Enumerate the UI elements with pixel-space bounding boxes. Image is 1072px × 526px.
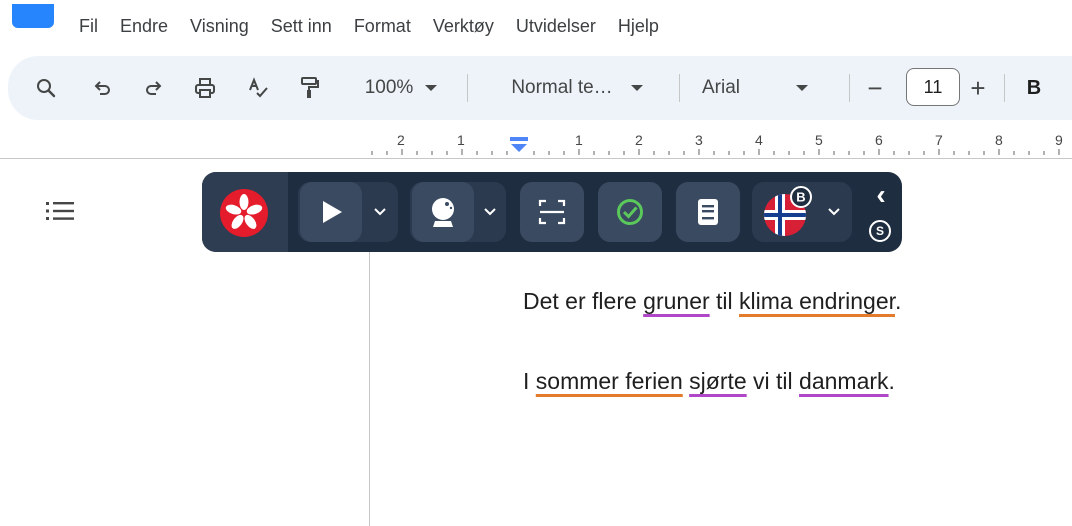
font-value: Arial [702, 77, 741, 98]
menu-verktoy[interactable]: Verktøy [433, 16, 494, 37]
search-icon[interactable] [34, 56, 58, 120]
font-dropdown[interactable]: Arial [702, 56, 836, 120]
predict-options-dropdown[interactable] [476, 182, 504, 242]
grammar-error-phrase[interactable]: klima endringer [739, 288, 895, 314]
norwegian-flag-icon: B [764, 186, 812, 236]
ruler-label: 7 [935, 132, 943, 148]
ruler-label: 1 [575, 132, 583, 148]
dictionary-button[interactable] [676, 182, 740, 242]
redo-icon[interactable] [142, 56, 166, 120]
ruler-label: 1 [457, 132, 465, 148]
ruler-label: 8 [995, 132, 1003, 148]
check-text-button[interactable] [598, 182, 662, 242]
menu-bar: Fil Endre Visning Sett inn Format Verktø… [0, 0, 1072, 52]
profile-badge-letter: B [796, 190, 805, 205]
collapse-toolbar-button[interactable]: ‹ [866, 179, 896, 210]
undo-icon[interactable] [90, 56, 114, 120]
docs-logo-icon[interactable] [12, 4, 54, 28]
menu-hjelp[interactable]: Hjelp [618, 16, 659, 37]
menu-format[interactable]: Format [354, 16, 411, 37]
print-icon[interactable] [192, 56, 218, 120]
screen-reading-button[interactable] [520, 182, 584, 242]
spelling-error-word[interactable]: sjørte [689, 368, 747, 394]
paint-format-icon[interactable] [298, 56, 322, 120]
document-paragraph-2[interactable]: I sommer ferien sjørte vi til danmark. [523, 368, 895, 395]
chevron-down-icon [828, 208, 840, 216]
book-icon [698, 199, 718, 225]
ruler-label: 9 [1055, 132, 1063, 148]
toolbar-divider [849, 74, 850, 102]
chevron-down-icon [374, 208, 386, 216]
language-button[interactable]: B [754, 182, 818, 242]
spellcheck-icon[interactable] [246, 56, 270, 120]
bold-button[interactable]: B [1024, 56, 1044, 120]
toolbar-divider [1004, 74, 1005, 102]
chevron-down-icon [484, 208, 496, 216]
menu-sett-inn[interactable]: Sett inn [271, 16, 332, 37]
text-run: Det er flere [523, 288, 644, 314]
ruler-label: 5 [815, 132, 823, 148]
crystal-ball-icon [432, 198, 454, 227]
decrease-font-size-button[interactable]: − [862, 56, 888, 120]
menu-endre[interactable]: Endre [120, 16, 168, 37]
chevron-down-icon [796, 85, 809, 91]
extension-logo-icon[interactable] [220, 189, 268, 237]
ruler-scale [371, 137, 1060, 155]
menu-fil[interactable]: Fil [79, 16, 98, 37]
document-outline-icon[interactable] [46, 200, 74, 227]
ruler-label: 4 [755, 132, 763, 148]
ruler-label: 2 [635, 132, 643, 148]
predict-button[interactable] [412, 182, 474, 242]
spelling-error-word[interactable]: danmark [799, 368, 888, 394]
ruler-label: 2 [397, 132, 405, 148]
document-paragraph-1[interactable]: Det er flere gruner til klima endringer. [523, 288, 901, 315]
check-circle-icon [617, 199, 643, 225]
settings-badge[interactable]: S [869, 220, 891, 242]
style-value: Normal te… [511, 77, 613, 98]
scan-icon [538, 199, 566, 225]
text-run: . [895, 288, 902, 314]
grammar-error-phrase[interactable]: sommer ferien [536, 368, 683, 394]
play-icon [323, 201, 342, 223]
ruler-label: 3 [695, 132, 703, 148]
text-run: til [709, 288, 740, 314]
menu-items: Fil Endre Visning Sett inn Format Verktø… [79, 16, 681, 37]
chevron-down-icon [425, 85, 438, 91]
left-indent-marker[interactable] [511, 144, 527, 152]
chevron-down-icon [630, 85, 643, 91]
extension-toolbar: B ‹ S [202, 172, 902, 252]
font-size-input[interactable]: 11 [906, 68, 960, 106]
toolbar: 100% Normal te… Arial − 11 + B [8, 56, 1072, 120]
text-run: I [523, 368, 536, 394]
first-line-indent-marker[interactable] [510, 137, 528, 141]
horizontal-ruler[interactable]: 2 1 1 2 3 4 5 6 7 8 9 [370, 132, 1072, 158]
toolbar-divider [467, 74, 468, 102]
increase-font-size-button[interactable]: + [966, 56, 990, 120]
style-dropdown[interactable]: Normal te… [492, 56, 662, 120]
spelling-error-word[interactable]: gruner [643, 288, 709, 314]
play-button[interactable] [300, 182, 362, 242]
language-options-dropdown[interactable] [820, 182, 848, 242]
page-left-border [369, 250, 370, 526]
ruler-divider [0, 158, 1072, 159]
play-options-dropdown[interactable] [366, 182, 394, 242]
ruler-label: 6 [875, 132, 883, 148]
text-run: vi til [746, 368, 800, 394]
toolbar-divider [679, 74, 680, 102]
menu-utvidelser[interactable]: Utvidelser [516, 16, 596, 37]
zoom-value: 100% [364, 77, 414, 98]
zoom-dropdown[interactable]: 100% [351, 56, 451, 120]
menu-visning[interactable]: Visning [190, 16, 249, 37]
text-run: . [888, 368, 895, 394]
